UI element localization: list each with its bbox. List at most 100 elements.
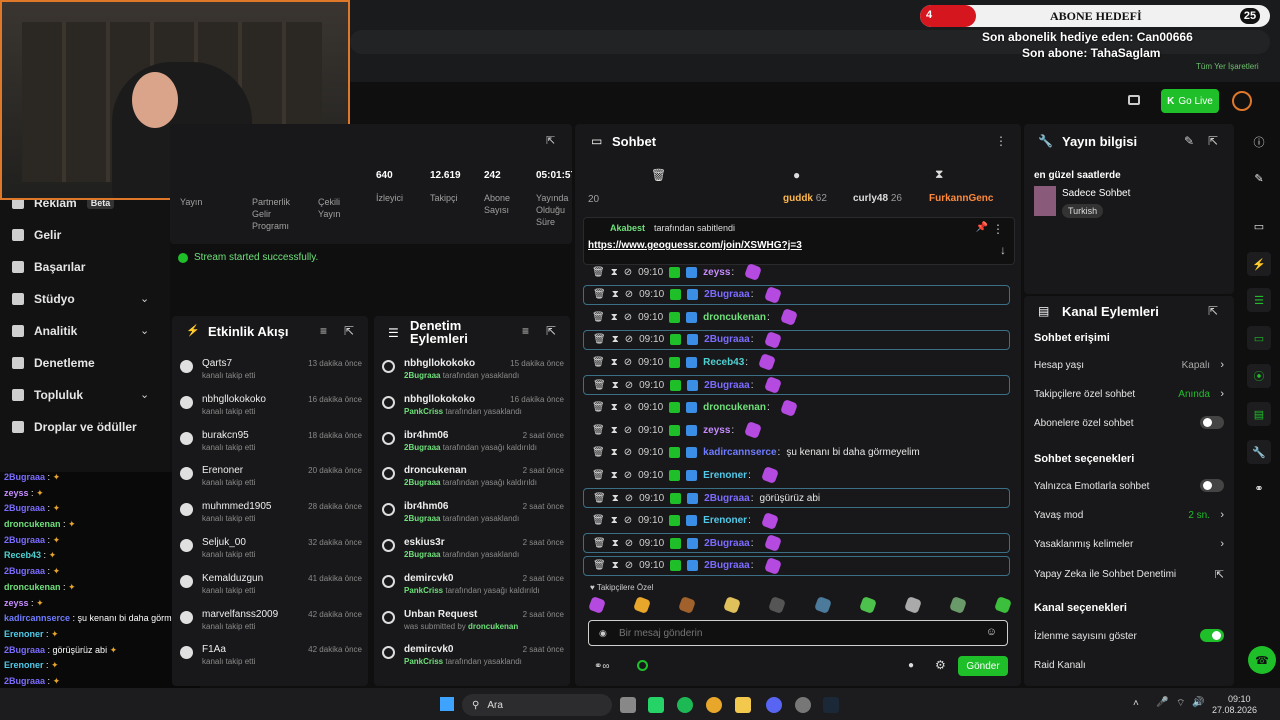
ban-icon[interactable]: ⊘ [624,267,632,278]
chat-user[interactable]: 2Bugraaa [704,334,750,345]
chat-user[interactable]: Erenoner [703,470,747,481]
chat-user[interactable]: Receb43 [703,357,744,368]
chat-user[interactable]: kadircannserce [703,447,776,458]
pinned-link[interactable]: https://www.geoguessr.com/join/XSWHG?j=3 [588,240,802,251]
chat-message[interactable]: 🗑 ⧗ ⊘ 09:10 droncukenan: [583,307,1010,327]
chat-message[interactable]: 🗑 ⧗ ⊘ 09:10 Receb43: [583,352,1010,372]
support-icon[interactable]: ☎ [1248,646,1276,674]
more-icon[interactable]: ⋮ [995,134,1007,148]
trash-icon[interactable]: 🗑 [592,425,605,436]
hourglass-icon[interactable]: ⧗ [611,357,618,368]
subs-only-toggle[interactable] [1200,416,1224,429]
emote-6[interactable] [813,596,832,614]
expand-icon[interactable]: ⇱ [546,134,555,147]
obs-icon[interactable] [795,697,811,713]
info-icon[interactable]: ⓘ [1247,130,1271,154]
mod-item[interactable]: nbhgllokokoko PankCriss tarafından yasakl… [382,394,566,430]
chat-user[interactable]: droncukenan [703,402,766,413]
tag-badge[interactable]: Turkish [1062,204,1104,218]
chat-message[interactable]: 🗑 ⧗ ⊘ 09:10 2Bugraaa: görüşürüz abi [583,488,1010,508]
chat-user[interactable]: 2Bugraaa [704,380,750,391]
hourglass-icon[interactable]: ⧗ [611,447,618,458]
mod-item[interactable]: ibr4hm06 2Bugraaa tarafından yasaklandı 2 … [382,501,566,537]
chat-user[interactable]: Erenoner [703,515,747,526]
chat-message[interactable]: 🗑 ⧗ ⊘ 09:10 zeyss: [583,420,1010,440]
chat-message[interactable]: 🗑 ⧗ ⊘ 09:10 2Bugraaa: [583,533,1010,554]
emote-9[interactable] [948,596,967,614]
gear-icon[interactable]: ⚙ [935,658,946,672]
hourglass-icon[interactable]: ⧗ [612,560,619,571]
sidebar-item-droplar[interactable]: Droplar ve ödüller [12,420,137,434]
chat-user[interactable]: 2Bugraaa [704,538,750,549]
trash-icon[interactable]: 🗑 [593,493,606,504]
chat-user[interactable]: 2Bugraaa [704,493,750,504]
feed-item[interactable]: muhmmed1905 kanalı takip etti 28 dakika ön… [180,501,364,537]
trash-icon[interactable]: 🗑 [592,470,605,481]
mod-item[interactable]: droncukenan 2Bugraaa tarafından yasağı ka… [382,465,566,501]
windows-start-icon[interactable] [440,697,454,711]
feed-item[interactable]: marvelfanss2009 kanalı takip etti 42 dakik… [180,609,364,645]
chat-bubble-icon[interactable]: ● [793,168,800,182]
expand-icon[interactable]: ⇱ [1208,134,1218,148]
feed-item[interactable]: burakcn95 kanalı takip etti 18 dakika önce [180,430,364,466]
emote-2[interactable] [633,596,652,614]
emote-only-toggle[interactable] [1200,479,1224,492]
all-bookmarks[interactable]: Tüm Yer İşaretleri [1196,62,1259,71]
mod-item[interactable]: demircvk0 PankCriss tarafından yasaklandı… [382,644,566,680]
sidebar-item-analitik[interactable]: Analitik [12,324,77,338]
row-account-age[interactable]: Hesap yaşı Kapalı › [1034,359,1224,371]
trash-icon[interactable]: 🗑 [593,380,606,391]
feed-item[interactable]: Seljuk_00 kanalı takip etti 32 dakika önce [180,537,364,573]
emote-10[interactable] [994,596,1012,614]
spotify-icon[interactable] [677,697,693,713]
mod-item[interactable]: eskius3r 2Bugraaa tarafından yasaklandı 2 … [382,537,566,573]
trash-icon[interactable]: 🗑 [592,267,605,278]
go-live-button[interactable]: K Go Live [1161,89,1219,113]
filter-icon[interactable]: ≡ [522,324,529,338]
emote-7[interactable] [858,596,877,614]
chat-icon[interactable]: ▭ [1247,326,1271,350]
chat-input-box[interactable]: ◉ ☺ [588,620,1008,646]
emote-5[interactable] [768,596,787,614]
chrome-icon[interactable] [706,697,722,713]
feed-item[interactable]: nbhgllokokoko kanalı takip etti 16 dakika … [180,394,364,430]
trash-icon[interactable]: 🗑 [593,334,606,345]
expand-icon[interactable]: ⇱ [344,324,354,338]
mod-item[interactable]: ibr4hm06 2Bugraaa tarafından yasağı kaldı… [382,430,566,466]
ban-icon[interactable]: ⊘ [624,357,632,368]
monitor-icon[interactable] [1128,95,1140,105]
hourglass-icon[interactable]: ⧗ [611,312,618,323]
ban-icon[interactable]: ⊘ [624,425,632,436]
sidebar-item-gelir[interactable]: Gelir [12,228,61,242]
row-slow-mode[interactable]: Yavaş mod 2 sn. › [1034,509,1224,521]
feed-item[interactable]: Kemalduzgun kanalı takip etti 41 dakika ön… [180,573,364,609]
clock-date[interactable]: 27.08.2026 [1212,705,1257,715]
hourglass-icon[interactable]: ⧗ [611,267,618,278]
hourglass-icon[interactable]: ⧗ [612,334,619,345]
arrow-down-icon[interactable]: ↓ [1000,243,1006,257]
list-icon[interactable]: ☰ [1247,288,1271,312]
taskbar-search[interactable]: ⚲ Ara [462,694,612,716]
steam-icon[interactable] [823,697,839,713]
category-name[interactable]: Sadece Sohbet [1062,188,1130,199]
trash-icon[interactable]: 🗑 [592,312,605,323]
mod-item[interactable]: Unban Request was submitted by droncukena… [382,609,566,645]
discord-icon[interactable] [766,697,782,713]
edit-icon[interactable]: ✎ [1184,134,1194,148]
filter-icon[interactable]: ≡ [320,324,327,338]
link-icon[interactable]: ⚭∞ [594,661,610,672]
expand-icon[interactable]: ⇱ [546,324,556,338]
expand-icon[interactable]: ⇱ [1208,304,1218,318]
emote-3[interactable] [678,596,697,614]
emote-8[interactable] [903,596,922,614]
chat-user[interactable]: 2Bugraaa [704,560,750,571]
chat-message[interactable]: 🗑 ⧗ ⊘ 09:10 kadircannserce: şu kenanı bi dah… [583,443,1010,463]
hourglass-icon[interactable]: ⧗ [612,289,619,300]
pin-icon[interactable]: 📌 [976,222,988,233]
row-banned-words[interactable]: Yasaklanmış kelimeler › [1034,538,1224,550]
chat-message[interactable]: 🗑 ⧗ ⊘ 09:10 2Bugraaa: [583,555,1010,576]
mic-icon[interactable]: 🎤 [1156,697,1168,708]
ban-icon[interactable]: ⊘ [624,447,632,458]
chat-user[interactable]: zeyss [703,267,730,278]
trash-icon[interactable]: 🗑 [592,402,605,413]
